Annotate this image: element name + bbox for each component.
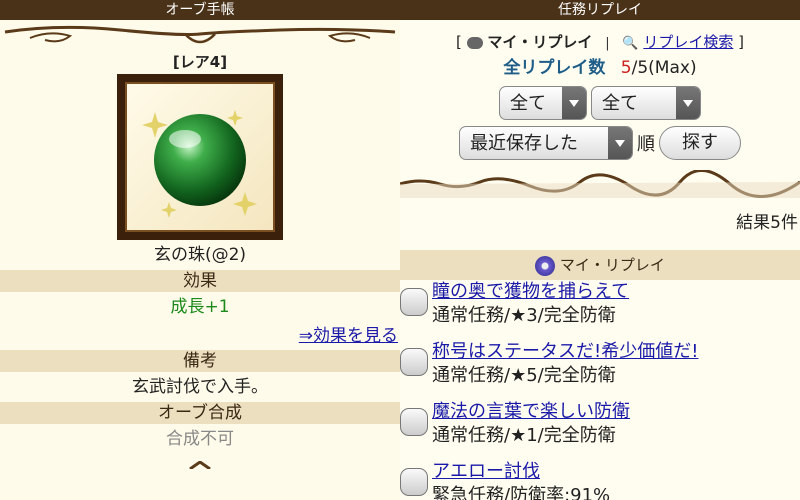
ornament-divider — [0, 20, 400, 50]
mission-checkbox[interactable] — [400, 348, 428, 376]
filter-row: 全て 全て — [400, 86, 800, 120]
mission-checkbox[interactable] — [400, 468, 428, 496]
mission-title-link[interactable]: アエロー討伐 — [432, 460, 800, 484]
effect-value: 成長+1 — [170, 297, 230, 317]
chevron-down-icon — [562, 87, 586, 119]
list-header: マイ・リプレイ — [400, 250, 800, 280]
mission-title-link[interactable]: 瞳の奥で獲物を捕らえて — [432, 280, 800, 304]
filter-select-2[interactable]: 全て — [591, 86, 701, 120]
view-effect-link[interactable]: ⇒効果を見る — [0, 322, 400, 350]
chevron-down-icon — [676, 87, 700, 119]
search-button[interactable]: 探す — [659, 126, 741, 160]
bracket-open: [ — [455, 33, 462, 51]
note-value: 玄武討伐で入手。 — [132, 377, 268, 397]
orb-notebook-panel: オーブ手帳 [レア4] 玄の珠(@2) 効果 成長+1 ⇒効果を見る 備考 玄武… — [0, 0, 400, 500]
list-item: 瞳の奥で獲物を捕らえて 通常任務/★3/完全防衛 — [400, 280, 800, 340]
mission-title-link[interactable]: 称号はステータスだ!希少価値だ! — [432, 340, 800, 364]
replay-count-label: 全リプレイ数 — [503, 58, 606, 78]
sort-select-value: 最近保存した — [470, 133, 578, 154]
mission-title-link[interactable]: 魔法の言葉で楽しい防衛 — [432, 400, 800, 424]
mission-checkbox[interactable] — [400, 288, 428, 316]
mission-detail: 通常任務/★1/完全防衛 — [432, 425, 616, 446]
list-item: アエロー討伐 緊急任務/防衛率:91% — [400, 460, 800, 500]
replay-count-max: /5(Max) — [631, 58, 697, 78]
mission-list: 瞳の奥で獲物を捕らえて 通常任務/★3/完全防衛 称号はステータスだ!希少価値だ… — [400, 280, 800, 500]
filter-select-2-value: 全て — [602, 93, 638, 114]
chevron-down-icon — [608, 127, 632, 159]
orb-image — [117, 74, 283, 240]
replay-nav: [ マイ・リプレイ | 🔍 リプレイ検索 ] — [400, 30, 800, 54]
my-replay-label: マイ・リプレイ — [487, 33, 593, 51]
my-replay-icon — [466, 36, 483, 49]
scroll-divider — [400, 169, 800, 210]
disc-icon — [535, 255, 556, 276]
list-item: 称号はステータスだ!希少価値だ! 通常任務/★5/完全防衛 — [400, 340, 800, 400]
bracket-close: ] — [738, 33, 744, 51]
replay-count-current: 5 — [620, 58, 632, 78]
orb-notebook-title: オーブ手帳 — [0, 0, 400, 20]
sort-suffix: 順 — [637, 134, 655, 155]
mission-detail: 通常任務/★5/完全防衛 — [432, 365, 616, 386]
note-heading: 備考 — [0, 350, 400, 372]
list-header-label: マイ・リプレイ — [559, 256, 665, 274]
filter-select-1[interactable]: 全て — [499, 86, 587, 120]
result-count: 結果5件 — [736, 213, 798, 233]
mission-replay-title: 任務リプレイ — [400, 0, 800, 20]
replay-count: 全リプレイ数 5/5(Max) — [400, 54, 800, 82]
filter-select-1-value: 全て — [510, 93, 546, 114]
replay-search-link[interactable]: リプレイ検索 — [643, 33, 733, 51]
mission-replay-panel: 任務リプレイ [ マイ・リプレイ | 🔍 リプレイ検索 ] 全リプレイ数 5/5… — [400, 0, 800, 500]
effect-heading: 効果 — [0, 270, 400, 292]
search-icon: 🔍 — [622, 36, 639, 51]
nav-divider: | — [605, 36, 610, 51]
bottom-ornament-icon — [0, 454, 400, 471]
rarity-label: [レア4] — [172, 53, 228, 71]
synthesis-value: 合成不可 — [166, 429, 234, 449]
mission-checkbox[interactable] — [400, 408, 428, 436]
mission-detail: 通常任務/★3/完全防衛 — [432, 305, 616, 326]
sort-row: 最近保存した 順 探す — [400, 126, 800, 160]
synthesis-heading: オーブ合成 — [0, 402, 400, 424]
item-name: 玄の珠(@2) — [153, 245, 247, 265]
mission-detail: 緊急任務/防衛率:91% — [432, 485, 611, 500]
list-item: 魔法の言葉で楽しい防衛 通常任務/★1/完全防衛 — [400, 400, 800, 460]
sort-select[interactable]: 最近保存した — [459, 126, 633, 160]
